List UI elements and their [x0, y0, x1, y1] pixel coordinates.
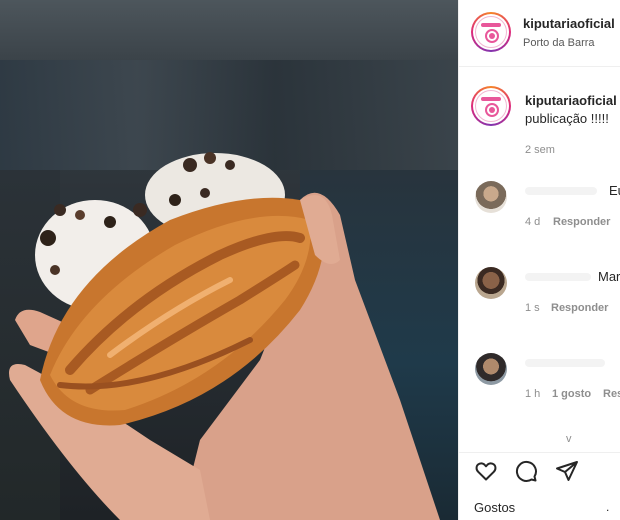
caption-text: publicação !!!!! — [525, 111, 609, 126]
commenter-avatar[interactable] — [475, 267, 507, 299]
post-side-panel: kiputariaoficial Porto da Barra kiputari… — [458, 0, 620, 520]
caption-username[interactable]: kiputariaoficial — [525, 93, 617, 108]
load-more-comments[interactable]: v — [566, 433, 572, 445]
blurred-comment-text — [525, 359, 605, 367]
blurred-comment-text — [525, 273, 591, 281]
post-header: kiputariaoficial Porto da Barra — [459, 0, 620, 67]
likes-suffix: . — [606, 500, 610, 514]
header-location[interactable]: Porto da Barra — [523, 37, 595, 49]
divider — [459, 452, 620, 453]
comment-bubble-icon[interactable] — [514, 459, 538, 483]
profile-avatar[interactable] — [471, 12, 511, 52]
comment-time[interactable]: 4 d — [525, 216, 540, 228]
brand-logo-icon — [475, 16, 507, 48]
commenter-avatar[interactable] — [475, 353, 507, 385]
reply-button[interactable]: Responder — [553, 216, 610, 228]
comment-time[interactable]: 1 h — [525, 388, 540, 400]
brand-logo-icon — [475, 90, 507, 122]
header-username[interactable]: kiputariaoficial — [523, 16, 615, 31]
comment-text: Eu — [609, 183, 620, 198]
blurred-comment-text — [525, 187, 597, 195]
caption-avatar[interactable] — [471, 86, 511, 126]
paper-plane-icon[interactable] — [555, 459, 579, 483]
reply-button[interactable]: Responder — [551, 302, 608, 314]
caption-time[interactable]: 2 sem — [525, 144, 555, 156]
comment-text: Mar — [598, 269, 620, 284]
likes-count[interactable]: Gostos — [474, 500, 515, 515]
comment-time[interactable]: 1 s — [525, 302, 540, 314]
food-illustration — [9, 152, 440, 520]
commenter-avatar[interactable] — [475, 181, 507, 213]
post-photo[interactable] — [0, 0, 458, 520]
heart-icon[interactable] — [474, 459, 498, 483]
reply-button[interactable]: Res — [603, 388, 620, 400]
comment-likes[interactable]: 1 gosto — [552, 388, 591, 400]
